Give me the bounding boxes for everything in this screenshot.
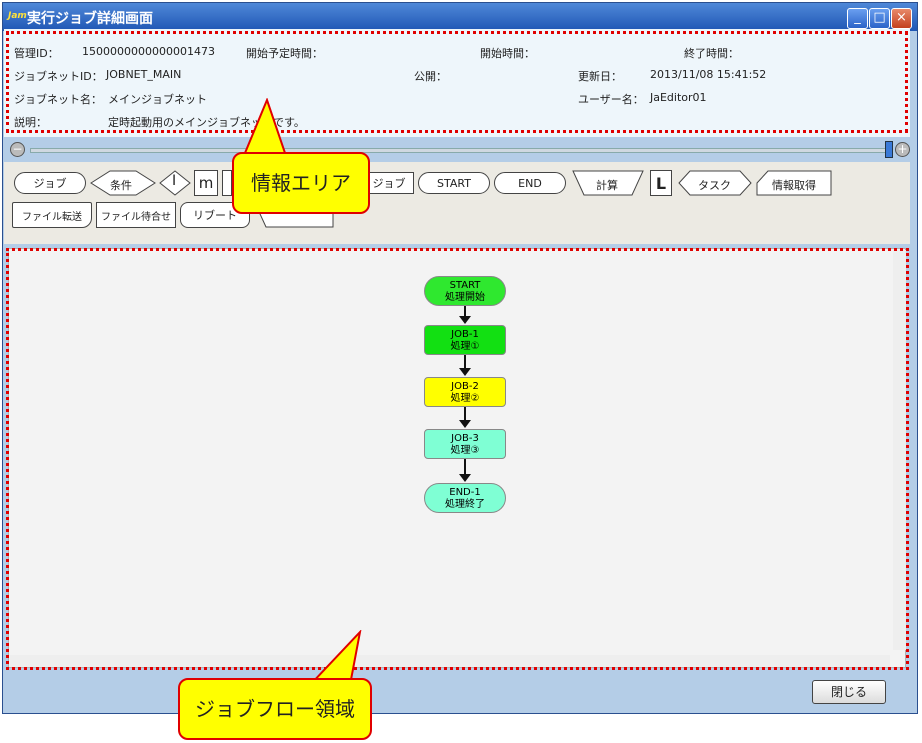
palette-start[interactable]: START [418,172,490,194]
zoom-thumb[interactable] [885,141,893,158]
flow-area-callout: ジョブフロー領域 [178,678,372,740]
info-area-highlight [6,31,908,133]
palette-label-icon[interactable]: L [650,170,672,196]
palette-file-wait[interactable]: ファイル待合せ [96,202,176,228]
palette-parallel-icon[interactable]: m [194,170,218,196]
zoom-slider[interactable]: − + [10,140,910,160]
palette-file-transfer[interactable]: ファイル転送 [12,202,92,228]
palette-jobnet[interactable]: ジョブ [364,172,414,194]
close-button[interactable]: 閉じる [812,680,886,704]
footer-bar [4,672,910,708]
flow-area-highlight [6,248,909,670]
icon-palette: ジョブ 条件 I m ジョブ START END 計算 L タスク 情報取得 フ… [4,162,910,244]
palette-job[interactable]: ジョブ [14,172,86,194]
zoom-track[interactable] [30,148,892,153]
zoom-in-icon[interactable]: + [895,142,910,157]
palette-if-label: I [172,173,177,189]
info-area-callout: 情報エリア [232,152,370,214]
palette-task-label: タスク [698,179,731,192]
minimize-button[interactable]: _ [847,8,868,29]
palette-end[interactable]: END [494,172,566,194]
title-bar: Jam 実行ジョブ詳細画面 _ □ × [3,3,917,31]
window-title: 実行ジョブ詳細画面 [27,11,153,27]
palette-info-get-label: 情報取得 [772,179,816,192]
palette-calc-label: 計算 [596,179,618,192]
palette-condition-label: 条件 [110,179,132,192]
maximize-button[interactable]: □ [869,8,890,29]
app-icon: Jam [8,11,27,21]
zoom-out-icon[interactable]: − [10,142,25,157]
window-close-button[interactable]: × [891,8,912,29]
